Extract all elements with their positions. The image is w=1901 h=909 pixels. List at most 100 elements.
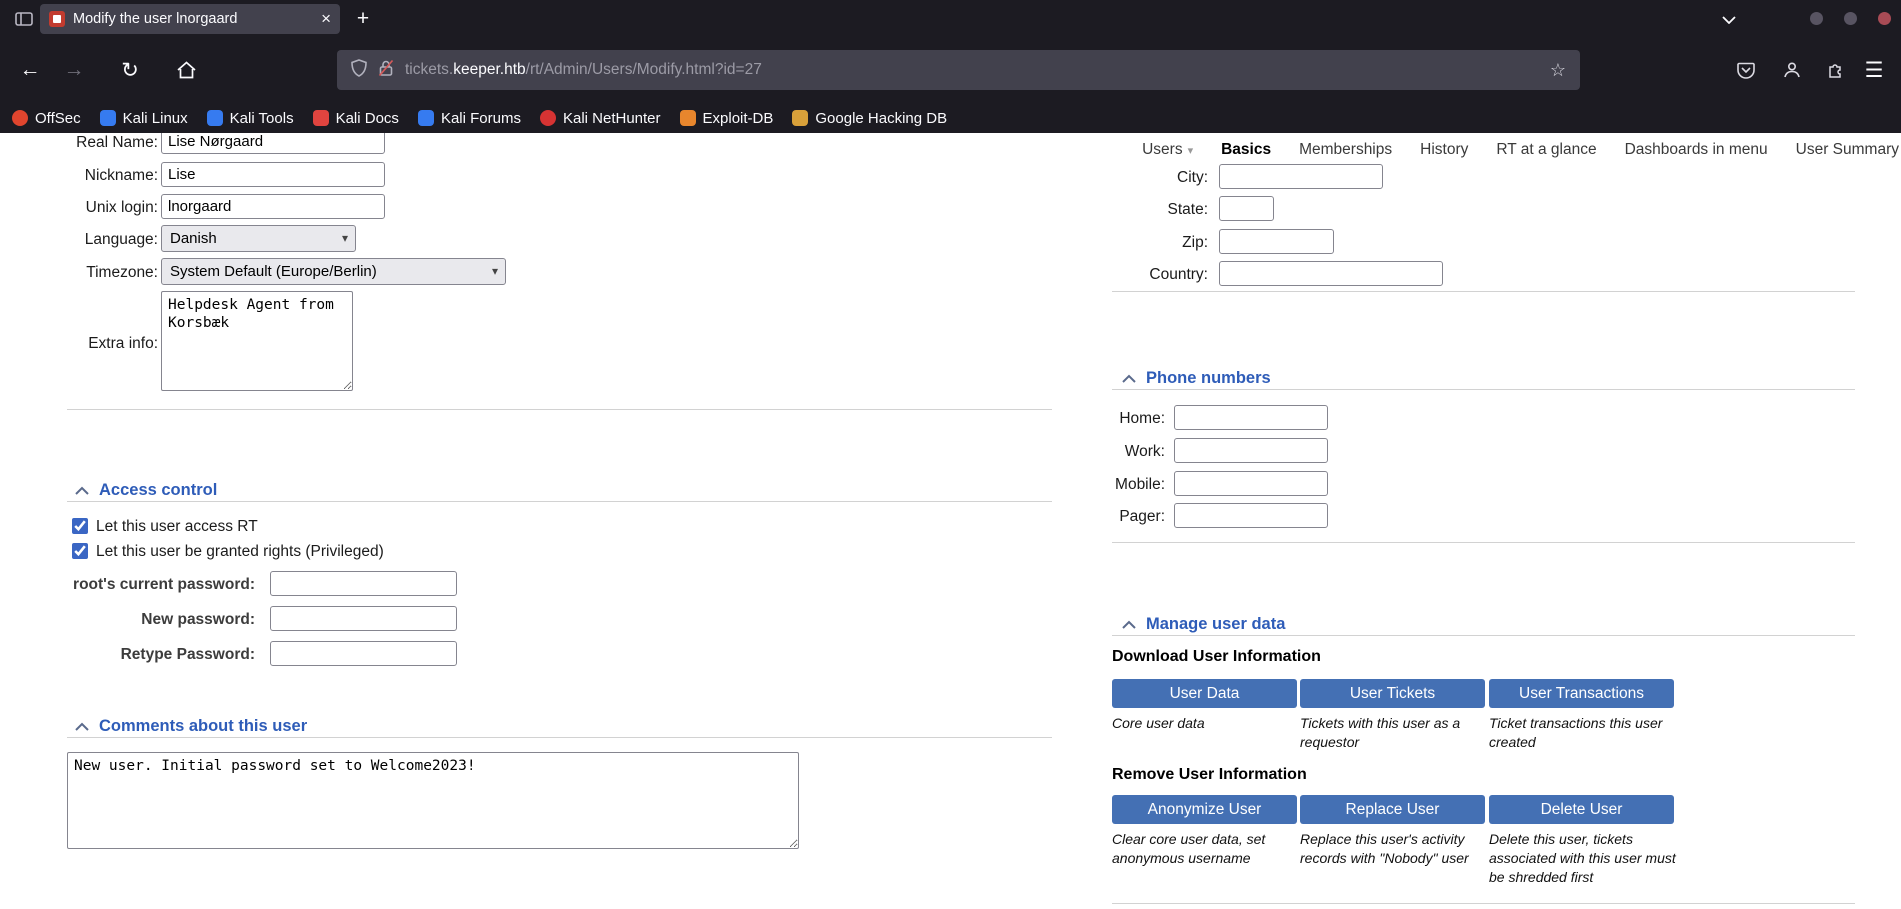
extensions-puzzle-icon[interactable] <box>1817 52 1853 88</box>
forward-button[interactable]: → <box>56 52 92 88</box>
bookmark-kali-docs[interactable]: Kali Docs <box>312 109 399 127</box>
zip-input[interactable] <box>1219 229 1334 254</box>
work-phone-input[interactable] <box>1174 438 1328 463</box>
current-password-label: root's current password: <box>73 576 255 593</box>
bookmark-star-icon[interactable]: ☆ <box>1550 60 1566 81</box>
kali-linux-icon <box>99 110 116 126</box>
bookmarks-bar: OffSec Kali Linux Kali Tools Kali Docs K… <box>0 103 1901 133</box>
chevron-up-icon <box>75 486 89 495</box>
tab-users[interactable]: Users ▾ <box>1142 141 1193 159</box>
comments-textarea[interactable]: New user. Initial password set to Welcom… <box>67 752 799 849</box>
back-button[interactable]: ← <box>12 52 48 88</box>
reload-button[interactable]: ↻ <box>112 52 148 88</box>
tracking-shield-icon[interactable] <box>351 58 367 82</box>
bookmark-kali-forums[interactable]: Kali Forums <box>417 110 521 127</box>
access-control-title: Access control <box>99 481 218 499</box>
chevron-down-icon: ▾ <box>491 264 498 278</box>
timezone-label: Timezone: <box>86 264 158 281</box>
user-transactions-button[interactable]: User Transactions <box>1489 679 1674 708</box>
replace-user-desc: Replace this user's activity records wit… <box>1300 831 1469 866</box>
city-label: City: <box>1177 169 1208 186</box>
zip-label: Zip: <box>1182 234 1208 251</box>
delete-user-button[interactable]: Delete User <box>1489 795 1674 824</box>
divider <box>1112 291 1855 292</box>
unix-login-input[interactable] <box>161 194 385 219</box>
retype-password-input[interactable] <box>270 641 457 666</box>
real-name-input[interactable] <box>161 133 385 154</box>
nickname-input[interactable] <box>161 162 385 187</box>
chevron-up-icon <box>1122 620 1136 629</box>
hamburger-menu-icon[interactable]: ☰ <box>1856 52 1892 88</box>
url-domain: keeper.htb <box>453 61 526 78</box>
comments-heading[interactable]: Comments about this user <box>75 717 307 736</box>
divider <box>67 737 1052 738</box>
user-tickets-desc: Tickets with this user as a requestor <box>1300 715 1461 750</box>
close-window-button[interactable] <box>1878 12 1891 25</box>
pager-phone-input[interactable] <box>1174 503 1328 528</box>
user-data-button[interactable]: User Data <box>1112 679 1297 708</box>
new-tab-button[interactable]: + <box>348 4 378 34</box>
divider <box>1112 903 1855 904</box>
tabs-dropdown-icon[interactable] <box>1714 5 1744 33</box>
state-input[interactable] <box>1219 196 1274 221</box>
bookmark-google-hacking-db[interactable]: Google Hacking DB <box>792 110 947 127</box>
current-password-input[interactable] <box>270 571 457 596</box>
bookmark-label: Kali Tools <box>229 109 294 127</box>
privileged-checkbox[interactable] <box>72 543 88 559</box>
pocket-icon[interactable] <box>1728 52 1764 88</box>
bookmark-label: Kali Docs <box>335 109 399 127</box>
kali-tools-icon <box>206 110 223 126</box>
tab-user-summary[interactable]: User Summary <box>1796 141 1899 159</box>
minimize-button[interactable] <box>1810 12 1823 25</box>
url-bar[interactable]: tickets.keeper.htb/rt/Admin/Users/Modify… <box>337 50 1580 90</box>
tab-rt-at-a-glance[interactable]: RT at a glance <box>1496 141 1596 159</box>
maximize-button[interactable] <box>1844 12 1857 25</box>
account-icon[interactable] <box>1774 52 1810 88</box>
divider <box>1112 635 1855 636</box>
bookmark-kali-tools[interactable]: Kali Tools <box>206 109 294 127</box>
bookmark-offsec[interactable]: OffSec <box>12 110 81 127</box>
kali-nethunter-icon <box>539 110 556 126</box>
manage-user-data-title: Manage user data <box>1146 615 1286 633</box>
bookmark-kali-nethunter[interactable]: Kali NetHunter <box>539 110 661 127</box>
connection-not-secure-icon[interactable] <box>378 59 394 82</box>
phone-numbers-heading[interactable]: Phone numbers <box>1122 369 1271 388</box>
tab-basics[interactable]: Basics <box>1221 141 1271 159</box>
home-phone-input[interactable] <box>1174 405 1328 430</box>
bookmark-exploit-db[interactable]: Exploit-DB <box>679 110 773 127</box>
access-rt-checkbox[interactable] <box>72 518 88 534</box>
work-phone-label: Work: <box>1124 443 1165 460</box>
access-rt-label: Let this user access RT <box>96 518 258 535</box>
divider <box>1112 542 1855 543</box>
bookmark-kali-linux[interactable]: Kali Linux <box>99 110 188 127</box>
page-content: Users ▾ Basics Memberships History RT at … <box>0 133 1901 909</box>
mobile-phone-input[interactable] <box>1174 471 1328 496</box>
city-input[interactable] <box>1219 164 1383 189</box>
offsec-icon <box>12 110 28 126</box>
country-input[interactable] <box>1219 261 1443 286</box>
unix-login-label: Unix login: <box>85 199 158 216</box>
timezone-select[interactable]: System Default (Europe/Berlin) ▾ <box>161 258 506 285</box>
access-control-heading[interactable]: Access control <box>75 481 217 500</box>
comments-title: Comments about this user <box>99 717 308 735</box>
tab-dashboards-in-menu[interactable]: Dashboards in menu <box>1625 141 1768 159</box>
new-password-input[interactable] <box>270 606 457 631</box>
user-tickets-button[interactable]: User Tickets <box>1300 679 1485 708</box>
tab-memberships[interactable]: Memberships <box>1299 141 1392 159</box>
language-select[interactable]: Danish ▾ <box>161 225 356 252</box>
pager-phone-label: Pager: <box>1119 508 1165 525</box>
tab-close-icon[interactable]: × <box>321 9 331 29</box>
state-label: State: <box>1167 201 1209 218</box>
replace-user-button[interactable]: Replace User <box>1300 795 1485 824</box>
manage-user-data-heading[interactable]: Manage user data <box>1122 615 1285 634</box>
firefox-view-icon[interactable] <box>12 8 36 30</box>
home-button[interactable] <box>168 52 204 88</box>
country-label: Country: <box>1149 266 1208 283</box>
extra-info-label: Extra info: <box>88 335 158 352</box>
navigation-bar: ← → ↻ tickets.keeper.htb/rt/Admin/Users/… <box>0 38 1901 103</box>
anonymize-user-button[interactable]: Anonymize User <box>1112 795 1297 824</box>
browser-tab[interactable]: Modify the user lnorgaard × <box>40 4 340 34</box>
page-menu: Users ▾ Basics Memberships History RT at … <box>1142 141 1899 159</box>
extra-info-textarea[interactable]: Helpdesk Agent from Korsbæk <box>161 291 353 391</box>
tab-history[interactable]: History <box>1420 141 1468 159</box>
